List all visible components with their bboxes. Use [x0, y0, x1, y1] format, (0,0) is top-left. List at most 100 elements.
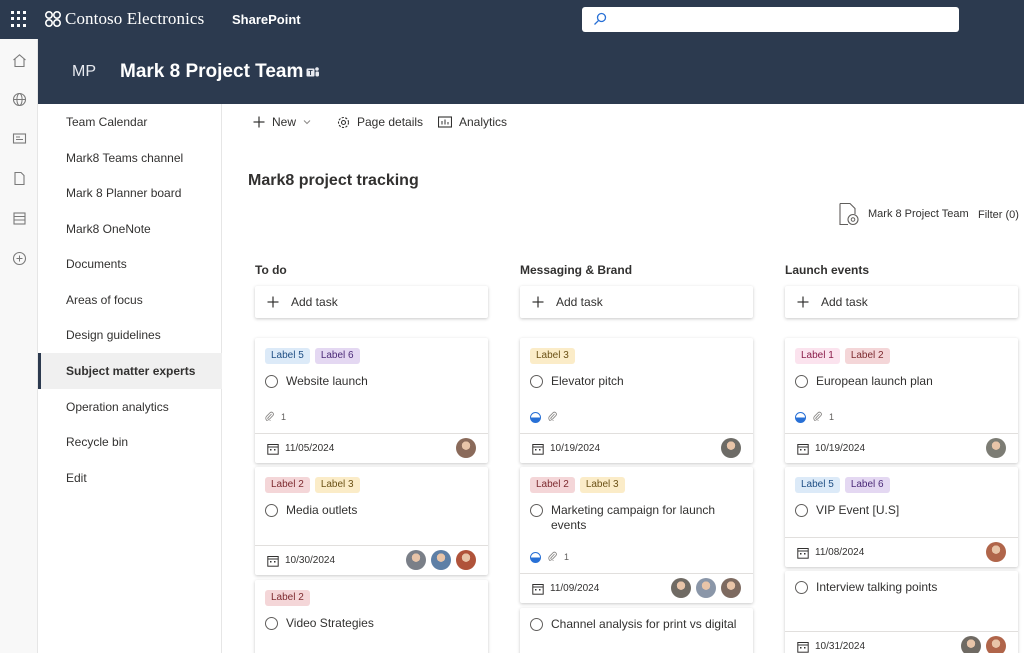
bucket-title[interactable]: To do: [255, 263, 287, 277]
page-details-button[interactable]: Page details: [337, 115, 423, 129]
add-task-button[interactable]: Add task: [785, 286, 1018, 318]
plan-team-link[interactable]: Mark 8 Project Team: [838, 202, 969, 226]
news-icon[interactable]: [10, 129, 28, 147]
avatar[interactable]: [406, 550, 426, 570]
avatar[interactable]: [961, 636, 981, 653]
nav-item-onenote[interactable]: Mark8 OneNote: [38, 211, 222, 247]
avatar[interactable]: [431, 550, 451, 570]
complete-task-checkbox[interactable]: [530, 618, 543, 631]
brand-name: Contoso Electronics: [65, 9, 205, 28]
label-chip[interactable]: Label 1: [795, 348, 840, 364]
nav-item-design-guidelines[interactable]: Design guidelines: [38, 317, 222, 353]
task-name[interactable]: Channel analysis for print vs digital: [551, 617, 736, 632]
page-details-label: Page details: [357, 115, 424, 129]
analytics-button[interactable]: Analytics: [438, 115, 507, 129]
label-chip[interactable]: Label 5: [265, 348, 310, 364]
nav-item-planner-board[interactable]: Mark 8 Planner board: [38, 175, 222, 211]
bucket-title[interactable]: Messaging & Brand: [520, 263, 632, 277]
complete-task-checkbox[interactable]: [795, 375, 808, 388]
bucket-title[interactable]: Launch events: [785, 263, 869, 277]
task-name[interactable]: Media outlets: [286, 503, 357, 518]
globe-icon[interactable]: [10, 90, 28, 108]
avatar[interactable]: [986, 636, 1006, 653]
avatar[interactable]: [721, 578, 741, 598]
task-card[interactable]: Label 1 Label 2 European launch plan 1 10/19…: [785, 338, 1018, 463]
complete-task-checkbox[interactable]: [265, 504, 278, 517]
task-name[interactable]: European launch plan: [816, 374, 933, 389]
search-box[interactable]: [582, 7, 959, 32]
nav-item-recycle-bin[interactable]: Recycle bin: [38, 424, 222, 460]
app-launcher-icon[interactable]: [8, 8, 30, 30]
nav-item-team-calendar[interactable]: Team Calendar: [38, 104, 222, 140]
task-name[interactable]: Elevator pitch: [551, 374, 624, 389]
label-chip[interactable]: Label 2: [265, 590, 310, 606]
attachment-count: 1: [829, 412, 835, 422]
nav-edit-link[interactable]: Edit: [38, 460, 222, 496]
label-chip[interactable]: Label 3: [530, 348, 575, 364]
nav-item-subject-matter-experts[interactable]: Subject matter experts: [38, 353, 222, 389]
complete-task-checkbox[interactable]: [265, 617, 278, 630]
complete-task-checkbox[interactable]: [795, 581, 808, 594]
nav-item-mark8-teams-channel[interactable]: Mark8 Teams channel: [38, 140, 222, 176]
task-name[interactable]: Video Strategies: [286, 616, 374, 631]
label-chip[interactable]: Label 3: [314, 477, 360, 493]
nav-item-operation-analytics[interactable]: Operation analytics: [38, 389, 222, 425]
task-title-row: Channel analysis for print vs digital: [530, 617, 736, 632]
avatar[interactable]: [456, 550, 476, 570]
site-title[interactable]: Mark 8 Project Team: [120, 61, 303, 83]
label-chip[interactable]: Label 6: [844, 477, 890, 493]
filter-button[interactable]: Filter (0): [978, 209, 1019, 221]
task-card[interactable]: Label 2 Label 3 Media outlets 10/30/2024: [255, 467, 488, 575]
plus-icon: [797, 296, 809, 308]
task-title-row: Marketing campaign for launch events: [530, 503, 741, 533]
task-name[interactable]: Interview talking points: [816, 580, 937, 595]
create-icon[interactable]: [10, 249, 28, 267]
list-icon[interactable]: [10, 209, 28, 227]
nav-item-areas-of-focus[interactable]: Areas of focus: [38, 282, 222, 318]
avatar[interactable]: [671, 578, 691, 598]
nav-item-documents[interactable]: Documents: [38, 246, 222, 282]
avatar[interactable]: [721, 438, 741, 458]
add-task-button[interactable]: Add task: [520, 286, 753, 318]
task-labels: Label 2 Label 3: [265, 477, 360, 493]
task-footer: 10/30/2024: [255, 545, 488, 575]
avatar[interactable]: [986, 438, 1006, 458]
in-progress-icon: [530, 411, 541, 423]
task-name[interactable]: Website launch: [286, 374, 368, 389]
document-icon[interactable]: [10, 169, 28, 187]
attachment-icon: [813, 411, 822, 423]
complete-task-checkbox[interactable]: [795, 504, 808, 517]
task-card[interactable]: Label 2 Label 3 Marketing campaign for lau…: [520, 467, 753, 603]
site-logo-initials[interactable]: MP: [72, 63, 96, 81]
add-task-button[interactable]: Add task: [255, 286, 488, 318]
label-chip[interactable]: Label 3: [579, 477, 625, 493]
task-title-row: Elevator pitch: [530, 374, 624, 389]
task-name[interactable]: VIP Event [U.S]: [816, 503, 899, 518]
task-meta: 1: [265, 411, 286, 423]
task-card[interactable]: Label 2 Video Strategies: [255, 580, 488, 653]
task-name[interactable]: Marketing campaign for launch events: [551, 503, 741, 533]
task-card[interactable]: Label 3 Elevator pitch 10/19/2024: [520, 338, 753, 463]
complete-task-checkbox[interactable]: [530, 375, 543, 388]
complete-task-checkbox[interactable]: [530, 504, 543, 517]
label-chip[interactable]: Label 2: [530, 477, 575, 493]
suite-app-name[interactable]: SharePoint: [232, 12, 301, 27]
avatar[interactable]: [986, 542, 1006, 562]
task-card[interactable]: Label 5 Label 6 VIP Event [U.S] 11/08/2024: [785, 467, 1018, 567]
label-chip[interactable]: Label 5: [795, 477, 840, 493]
label-chip[interactable]: Label 6: [314, 348, 360, 364]
new-button[interactable]: New: [253, 115, 311, 129]
complete-task-checkbox[interactable]: [265, 375, 278, 388]
task-title-row: Interview talking points: [795, 580, 937, 595]
brand[interactable]: Contoso Electronics: [44, 9, 204, 29]
label-chip[interactable]: Label 2: [844, 348, 890, 364]
label-chip[interactable]: Label 2: [265, 477, 310, 493]
avatar[interactable]: [456, 438, 476, 458]
plus-icon: [253, 116, 265, 128]
home-icon[interactable]: [10, 51, 28, 69]
task-card[interactable]: Label 5 Label 6 Website launch 1 11/05/2024: [255, 338, 488, 463]
avatar[interactable]: [696, 578, 716, 598]
task-card[interactable]: Interview talking points 10/31/2024: [785, 571, 1018, 653]
teams-icon[interactable]: T: [306, 66, 320, 79]
task-card[interactable]: Channel analysis for print vs digital: [520, 608, 753, 653]
